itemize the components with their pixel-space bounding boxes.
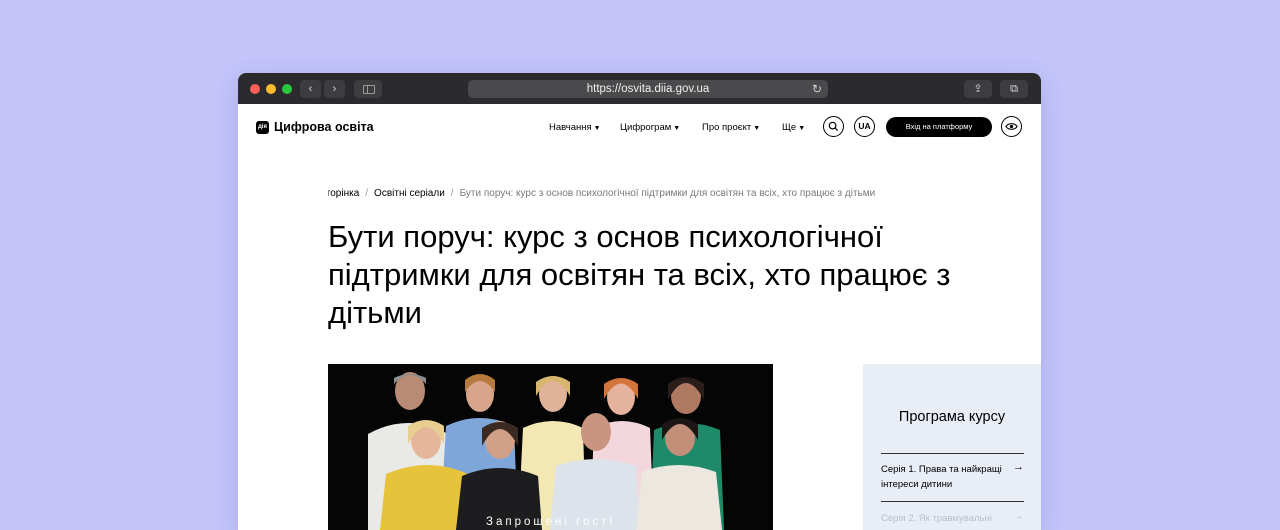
- address-bar[interactable]: https://osvita.diia.gov.ua ↻: [468, 80, 828, 98]
- menu-item-more[interactable]: Ще ▼: [782, 122, 805, 133]
- minimize-window-button[interactable]: [266, 84, 276, 94]
- caret-down-icon: ▼: [798, 125, 806, 132]
- back-button[interactable]: ‹: [300, 80, 321, 98]
- maximize-window-button[interactable]: [282, 84, 292, 94]
- caret-down-icon: ▼: [673, 125, 681, 132]
- browser-toolbar: ‹ › https://osvita.diia.gov.ua ↻ ⇪ ⧉: [238, 73, 1041, 104]
- chevron-right-icon: ›: [332, 83, 337, 95]
- breadcrumb-section[interactable]: Освітні серіали: [374, 188, 445, 199]
- divider: [881, 453, 1024, 454]
- guests-group-photo: [328, 364, 773, 530]
- menu-item-navchannia[interactable]: Навчання ▼: [549, 122, 601, 133]
- close-window-button[interactable]: [250, 84, 260, 94]
- tabs-overview-button[interactable]: ⧉: [1000, 80, 1028, 98]
- menu-label: Ще: [782, 122, 797, 133]
- url-text: https://osvita.diia.gov.ua: [586, 83, 710, 95]
- breadcrumb-separator: /: [365, 188, 369, 199]
- arrow-right-icon[interactable]: →: [1013, 461, 1024, 473]
- diia-logo-icon: дія: [256, 120, 269, 134]
- login-label: Вхід на платформу: [905, 122, 973, 131]
- breadcrumb: Головна сторінка / Освітні серіали / Бути по…: [328, 188, 948, 199]
- share-icon: ⇪: [973, 83, 983, 95]
- divider: [881, 501, 1024, 502]
- breadcrumb-home[interactable]: Головна сторінка: [328, 188, 359, 199]
- browser-window: ‹ › https://osvita.diia.gov.ua ↻ ⇪ ⧉ дія…: [238, 73, 1041, 530]
- course-program-panel: Програма курсу Серія 1. Права та найкращ…: [863, 364, 1041, 530]
- search-icon: [828, 121, 839, 132]
- language-button[interactable]: UA: [854, 116, 875, 137]
- menu-label: Про проєкт: [702, 122, 752, 133]
- chevron-left-icon: ‹: [308, 83, 313, 95]
- breadcrumb-separator: /: [450, 188, 454, 199]
- program-title: Програма курсу: [898, 409, 1006, 425]
- sidebar-icon: [363, 85, 375, 94]
- tabs-icon: ⧉: [1010, 83, 1018, 95]
- arrow-right-icon[interactable]: →: [1013, 510, 1024, 522]
- forward-button[interactable]: ›: [324, 80, 345, 98]
- menu-item-tsyfrogram[interactable]: Цифрограм ▼: [620, 122, 680, 133]
- program-item-1[interactable]: Серія 1. Права та найкращі інтереси дити…: [881, 462, 1011, 492]
- reload-icon[interactable]: ↻: [812, 80, 822, 98]
- menu-label: Навчання: [549, 122, 592, 133]
- site-logo[interactable]: дія Цифрова освіта: [256, 120, 374, 134]
- menu-label: Цифрограм: [620, 122, 672, 133]
- search-button[interactable]: [823, 116, 844, 137]
- login-button[interactable]: Вхід на платформу: [886, 117, 992, 137]
- share-button[interactable]: ⇪: [964, 80, 992, 98]
- language-label: UA: [858, 121, 871, 131]
- page-title: Бути поруч: курс з основ психологічної п…: [328, 219, 951, 330]
- menu-item-pro-proekt[interactable]: Про проєкт ▼: [702, 122, 760, 133]
- caret-down-icon: ▼: [593, 125, 601, 132]
- video-player[interactable]: Запрошені гості: [328, 364, 773, 530]
- sidebar-toggle-button[interactable]: [354, 80, 382, 98]
- accessibility-button[interactable]: [1001, 116, 1022, 137]
- caret-down-icon: ▼: [753, 125, 761, 132]
- video-caption: Запрошені гості: [486, 516, 615, 528]
- logo-text: Цифрова освіта: [274, 120, 374, 134]
- breadcrumb-current: Бути поруч: курс з основ психологічної п…: [459, 188, 876, 199]
- web-page: дія Цифрова освіта Навчання ▼ Цифрограм ▼ …: [238, 104, 1041, 530]
- eye-icon: [1005, 123, 1018, 130]
- program-item-2[interactable]: Серія 2. Як травмувальні: [881, 511, 1011, 526]
